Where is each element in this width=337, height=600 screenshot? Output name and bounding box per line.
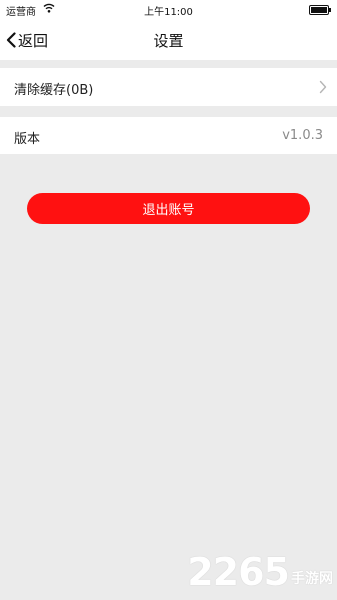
clear-cache-label: 清除缓存(0B): [14, 83, 94, 98]
version-label: 版本: [14, 132, 41, 147]
page-title: 设置: [153, 32, 184, 50]
status-time: 上午11:00: [144, 7, 193, 18]
watermark-number: 2265: [187, 550, 290, 594]
version-value: v1.0.3: [282, 128, 323, 143]
chevron-right-icon: [319, 80, 327, 94]
watermark-text: 手游网: [291, 571, 333, 587]
battery-icon: [309, 5, 331, 15]
version-row: 版本 v1.0.3: [0, 117, 337, 154]
navigation-bar: 返回 设置: [0, 20, 337, 60]
status-bar: 运营商 上午11:00: [0, 0, 337, 20]
logout-button[interactable]: 退出账号: [27, 193, 310, 224]
watermark-logo: 2265 手游网: [187, 550, 333, 594]
clear-cache-row[interactable]: 清除缓存(0B): [0, 68, 337, 106]
